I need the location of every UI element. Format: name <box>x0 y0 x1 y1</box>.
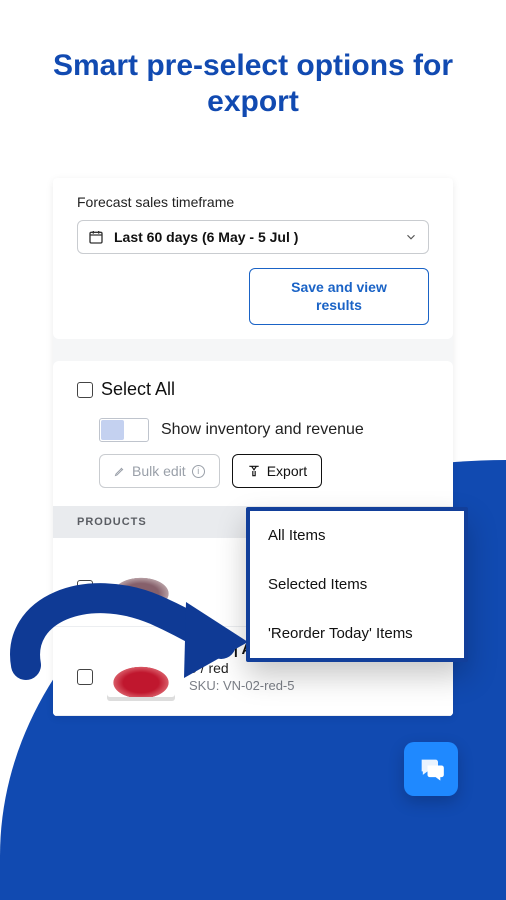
export-menu-item-selected[interactable]: Selected Items <box>250 560 464 609</box>
export-menu: All Items Selected Items 'Reorder Today'… <box>246 507 468 662</box>
timeframe-label: Forecast sales timeframe <box>77 194 429 210</box>
page-title: Smart pre-select options for export <box>0 0 506 120</box>
show-inventory-toggle[interactable] <box>99 418 149 442</box>
select-all-row[interactable]: Select All <box>77 379 429 400</box>
chat-icon <box>417 755 445 783</box>
toggle-knob <box>101 420 124 440</box>
timeframe-select[interactable]: Last 60 days (6 May - 5 Jul ) <box>77 220 429 254</box>
timeframe-section: Forecast sales timeframe Last 60 days (6… <box>53 178 453 339</box>
pencil-icon <box>114 465 126 477</box>
export-icon <box>247 464 261 478</box>
info-icon: i <box>192 465 205 478</box>
calendar-icon <box>88 229 104 245</box>
export-menu-item-reorder-today[interactable]: 'Reorder Today' Items <box>250 609 464 658</box>
save-view-results-button[interactable]: Save and view results <box>249 268 429 325</box>
select-all-label: Select All <box>101 379 175 400</box>
chat-fab[interactable] <box>404 742 458 796</box>
export-button[interactable]: Export <box>232 454 322 488</box>
chevron-down-icon <box>404 230 418 244</box>
export-menu-item-all[interactable]: All Items <box>250 511 464 560</box>
bulk-edit-label: Bulk edit <box>132 463 186 479</box>
save-row: Save and view results <box>77 268 429 325</box>
export-label: Export <box>267 463 307 479</box>
action-buttons: Bulk edit i Export <box>99 454 429 488</box>
timeframe-value: Last 60 days (6 May - 5 Jul ) <box>114 229 394 245</box>
inventory-toggle-row: Show inventory and revenue <box>99 418 429 442</box>
show-inventory-label: Show inventory and revenue <box>161 421 364 439</box>
bulk-edit-button[interactable]: Bulk edit i <box>99 454 220 488</box>
select-all-checkbox[interactable] <box>77 382 93 398</box>
annotation-arrow <box>6 570 248 710</box>
